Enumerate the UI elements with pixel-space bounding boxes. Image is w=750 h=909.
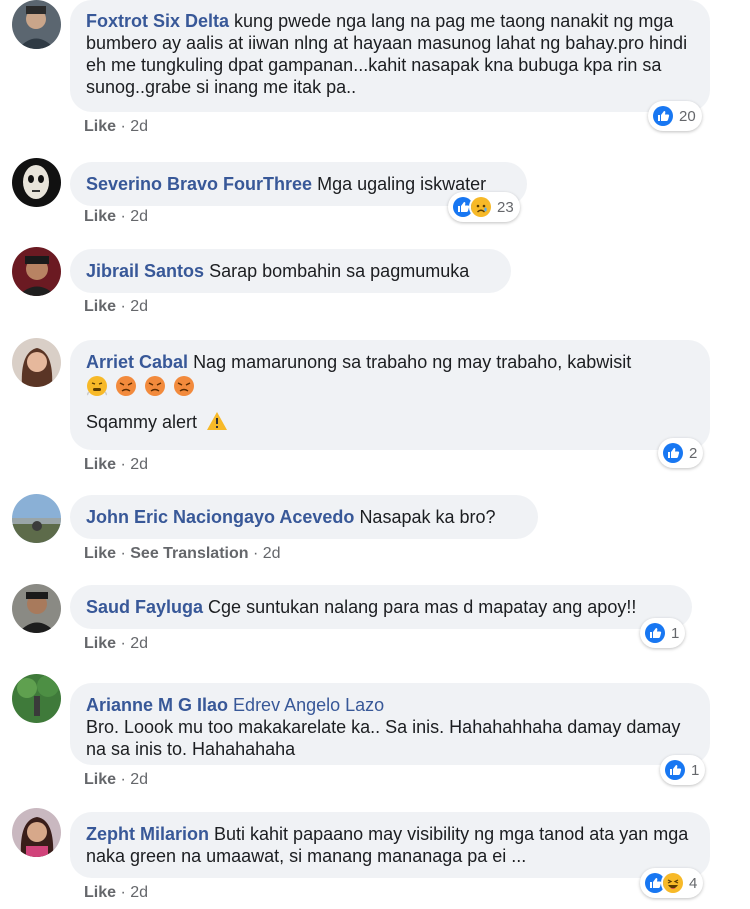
huffing-face-emoji [86,376,108,396]
comment-bubble: Jibrail Santos Sarap bombahin sa pagmumu… [70,249,511,293]
reaction-count: 4 [689,874,698,892]
comment-meta: Like · 2d [84,771,148,789]
comment-meta: Like · 2d [84,884,148,902]
like-icon [661,441,685,465]
avatar[interactable] [12,247,61,296]
warning-icon [207,412,228,430]
reaction-summary[interactable]: 1 [640,618,686,648]
separator: · [120,208,126,225]
angry-face-emoji [145,376,166,396]
angry-face-emoji [116,376,137,396]
tagged-user[interactable]: Edrev Angelo Lazo [233,695,384,715]
like-link[interactable]: Like [84,456,116,473]
comment-author[interactable]: John Eric Naciongayo Acevedo [86,507,354,527]
reaction-count: 1 [671,624,680,642]
comment-bubble: Arianne M G Ilao Edrev Angelo Lazo Bro. … [70,683,710,765]
comment-text: Bro. Loook mu too makakarelate ka.. Sa i… [86,717,681,759]
like-icon [663,758,687,782]
reaction-count: 23 [497,198,514,216]
timestamp[interactable]: 2d [130,635,148,652]
reaction-summary[interactable]: 20 [648,101,702,131]
like-link[interactable]: Like [84,545,116,562]
separator: · [252,545,259,562]
timestamp[interactable]: 2d [130,771,148,788]
comment-author[interactable]: Severino Bravo FourThree [86,174,312,194]
comment-bubble: Arriet Cabal Nag mamarunong sa trabaho n… [70,340,710,450]
separator: · [120,118,126,135]
timestamp[interactable]: 2d [130,884,148,901]
comment-bubble: Saud Fayluga Cge suntukan nalang para ma… [70,585,692,629]
reaction-count: 20 [679,107,696,125]
comment-bubble: John Eric Naciongayo Acevedo Nasapak ka … [70,495,538,539]
reaction-count: 2 [689,444,698,462]
avatar[interactable] [12,584,61,633]
reaction-count: 1 [691,761,700,779]
like-icon [651,104,675,128]
comment-text: Nag mamarunong sa trabaho ng may trabaho… [193,352,632,372]
like-icon [643,621,667,645]
avatar[interactable] [12,808,61,857]
comment-meta: Like · 2d [84,456,148,474]
sad-icon [469,195,493,219]
comment-meta: Like · 2d [84,118,148,136]
see-translation-link[interactable]: See Translation [130,545,248,562]
avatar[interactable] [12,338,61,387]
avatar[interactable] [12,158,61,207]
comment-text: Nasapak ka bro? [359,507,496,527]
avatar[interactable] [12,0,61,49]
reaction-summary[interactable]: 2 [658,438,704,468]
comment-bubble: Foxtrot Six Delta kung pwede nga lang na… [70,0,710,112]
comment-text-2: Sqammy alert [86,412,198,432]
timestamp[interactable]: 2d [130,456,148,473]
comment-author[interactable]: Saud Fayluga [86,597,203,617]
reaction-summary[interactable]: 23 [448,192,520,222]
comment-author[interactable]: Arianne M G Ilao [86,695,228,715]
reaction-summary[interactable]: 4 [640,868,704,898]
comment-text: Sarap bombahin sa pagmumuka [209,261,470,281]
like-link[interactable]: Like [84,635,116,652]
like-link[interactable]: Like [84,771,116,788]
comment-meta: Like · 2d [84,208,148,226]
comment-text: Mga ugaling iskwater [317,174,487,194]
timestamp[interactable]: 2d [130,118,148,135]
reaction-summary[interactable]: 1 [660,755,706,785]
separator: · [120,771,126,788]
separator: · [120,635,126,652]
comment-meta: Like · 2d [84,298,148,316]
haha-icon [661,871,685,895]
comment-meta: Like · See Translation · 2d [84,545,281,563]
emoji-row [86,375,694,398]
comment-bubble: Zepht Milarion Buti kahit papaano may vi… [70,812,710,878]
avatar[interactable] [12,494,61,543]
timestamp[interactable]: 2d [130,208,148,225]
separator: · [120,884,126,901]
angry-face-emoji [174,376,195,396]
comment-text: Cge suntukan nalang para mas d mapatay a… [208,597,637,617]
comment-author[interactable]: Jibrail Santos [86,261,204,281]
comment-author[interactable]: Foxtrot Six Delta [86,11,229,31]
timestamp[interactable]: 2d [263,545,281,562]
like-link[interactable]: Like [84,208,116,225]
comment-author[interactable]: Arriet Cabal [86,352,188,372]
timestamp[interactable]: 2d [130,298,148,315]
separator: · [120,298,126,315]
comment-author[interactable]: Zepht Milarion [86,824,209,844]
like-link[interactable]: Like [84,298,116,315]
separator: · [120,456,126,473]
avatar[interactable] [12,674,61,723]
separator: · [120,545,126,562]
like-link[interactable]: Like [84,884,116,901]
like-link[interactable]: Like [84,118,116,135]
comment-meta: Like · 2d [84,635,148,653]
